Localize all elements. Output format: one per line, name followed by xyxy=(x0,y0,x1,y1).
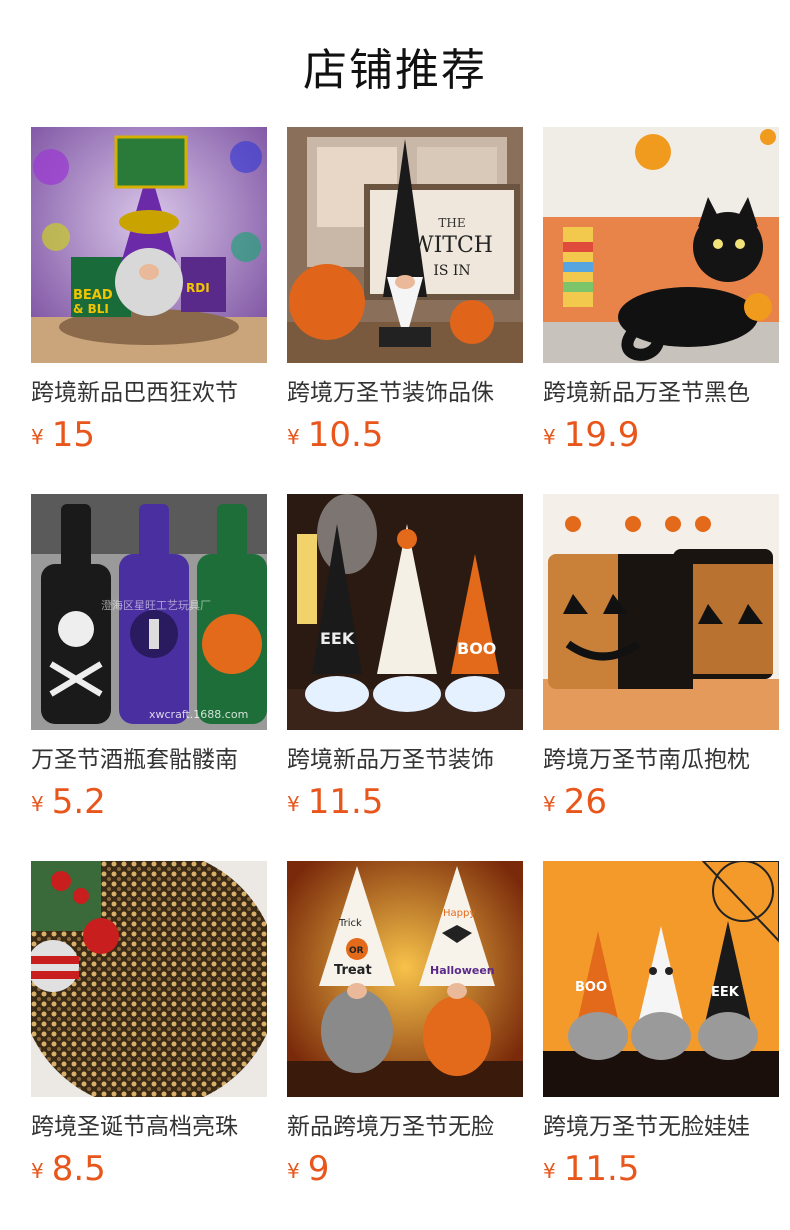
product-price: ¥19.9 xyxy=(543,415,640,455)
witch-sign-text: THE xyxy=(438,216,465,230)
product-price: ¥11.5 xyxy=(543,1149,640,1189)
currency-symbol: ¥ xyxy=(287,425,300,449)
gnome-hat-text: EEK xyxy=(320,629,355,648)
product-name[interactable]: 跨境圣诞节高档亮珠 xyxy=(31,1111,267,1143)
gnome-hat-text: BOO xyxy=(575,980,607,995)
product-card[interactable]: 澄海区星旺工艺玩具厂 xwcraft.1688.com 万圣节酒瓶套骷髅南 ¥5… xyxy=(31,494,267,824)
currency-symbol: ¥ xyxy=(31,792,44,816)
product-name[interactable]: 跨境新品万圣节黑色 xyxy=(543,377,779,409)
product-image-sequin-pumpkin-pillows[interactable] xyxy=(543,494,779,730)
currency-symbol: ¥ xyxy=(543,1159,556,1183)
product-image-trick-or-treat-gnomes[interactable]: Trick OR Treat Happy Halloween xyxy=(287,861,523,1097)
svg-text:BOO: BOO xyxy=(457,639,496,658)
product-card[interactable]: Trick OR Treat Happy Halloween 新品跨境万圣节无脸… xyxy=(287,861,523,1191)
svg-text:xwcraft.1688.com: xwcraft.1688.com xyxy=(149,708,248,721)
svg-text:EEK: EEK xyxy=(711,985,740,1000)
svg-text:Halloween: Halloween xyxy=(430,964,495,977)
svg-text:Treat: Treat xyxy=(334,963,372,978)
svg-text:Happy: Happy xyxy=(443,908,475,919)
product-price: ¥9 xyxy=(287,1149,330,1189)
currency-symbol: ¥ xyxy=(287,1159,300,1183)
currency-symbol: ¥ xyxy=(543,425,556,449)
svg-text:& BLI: & BLI xyxy=(73,302,109,316)
product-card[interactable]: 跨境圣诞节高档亮珠 ¥8.5 xyxy=(31,861,267,1191)
product-name[interactable]: 跨境万圣节南瓜抱枕 xyxy=(543,744,779,776)
svg-text:OR: OR xyxy=(349,946,364,956)
currency-symbol: ¥ xyxy=(31,1159,44,1183)
product-name[interactable]: 新品跨境万圣节无脸 xyxy=(287,1111,523,1143)
image-watermark: 澄海区星旺工艺玩具厂 xyxy=(101,598,211,612)
product-card[interactable]: 跨境万圣节南瓜抱枕 ¥26 xyxy=(543,494,779,824)
product-image-sequin-tree-skirt[interactable] xyxy=(31,861,267,1097)
product-image-mardi-gras-gnome[interactable]: BEAD & BLI RDI xyxy=(31,127,267,363)
product-card[interactable]: EEK BOO 跨境新品万圣节装饰 ¥11.5 xyxy=(287,494,523,824)
currency-symbol: ¥ xyxy=(543,792,556,816)
product-name[interactable]: 跨境万圣节无脸娃娃 xyxy=(543,1111,779,1143)
product-price: ¥15 xyxy=(31,415,95,455)
product-image-boo-ghost-gnomes[interactable]: BOO EEK xyxy=(543,861,779,1097)
gnome-hat-text: Trick xyxy=(338,918,362,929)
product-name[interactable]: 万圣节酒瓶套骷髅南 xyxy=(31,744,267,776)
page-title: 店铺推荐 xyxy=(303,45,487,96)
product-name[interactable]: 跨境万圣节装饰品侏 xyxy=(287,377,523,409)
product-card[interactable]: THE WITCH IS IN 跨境万圣节装饰品侏 ¥10.5 xyxy=(287,127,523,457)
product-image-witch-gnome[interactable]: THE WITCH IS IN xyxy=(287,127,523,363)
svg-text:RDI: RDI xyxy=(186,281,210,295)
product-price: ¥10.5 xyxy=(287,415,384,455)
product-price: ¥11.5 xyxy=(287,782,384,822)
product-price: ¥8.5 xyxy=(31,1149,106,1189)
product-price: ¥26 xyxy=(543,782,607,822)
product-image-knit-bottle-covers[interactable]: 澄海区星旺工艺玩具厂 xwcraft.1688.com xyxy=(31,494,267,730)
product-card[interactable]: BEAD & BLI RDI 跨境新品巴西狂欢节 ¥15 xyxy=(31,127,267,457)
product-name[interactable]: 跨境新品巴西狂欢节 xyxy=(31,377,267,409)
product-price: ¥5.2 xyxy=(31,782,106,822)
product-card[interactable]: 跨境新品万圣节黑色 ¥19.9 xyxy=(543,127,779,457)
product-name[interactable]: 跨境新品万圣节装饰 xyxy=(287,744,523,776)
product-image-black-cat-pillow[interactable] xyxy=(543,127,779,363)
svg-text:IS IN: IS IN xyxy=(433,263,470,279)
currency-symbol: ¥ xyxy=(31,425,44,449)
currency-symbol: ¥ xyxy=(287,792,300,816)
svg-text:WITCH: WITCH xyxy=(411,233,493,258)
product-image-glowing-gnomes[interactable]: EEK BOO xyxy=(287,494,523,730)
product-card[interactable]: BOO EEK 跨境万圣节无脸娃娃 ¥11.5 xyxy=(543,861,779,1191)
mardi-gras-sign-text: BEAD xyxy=(73,288,113,303)
